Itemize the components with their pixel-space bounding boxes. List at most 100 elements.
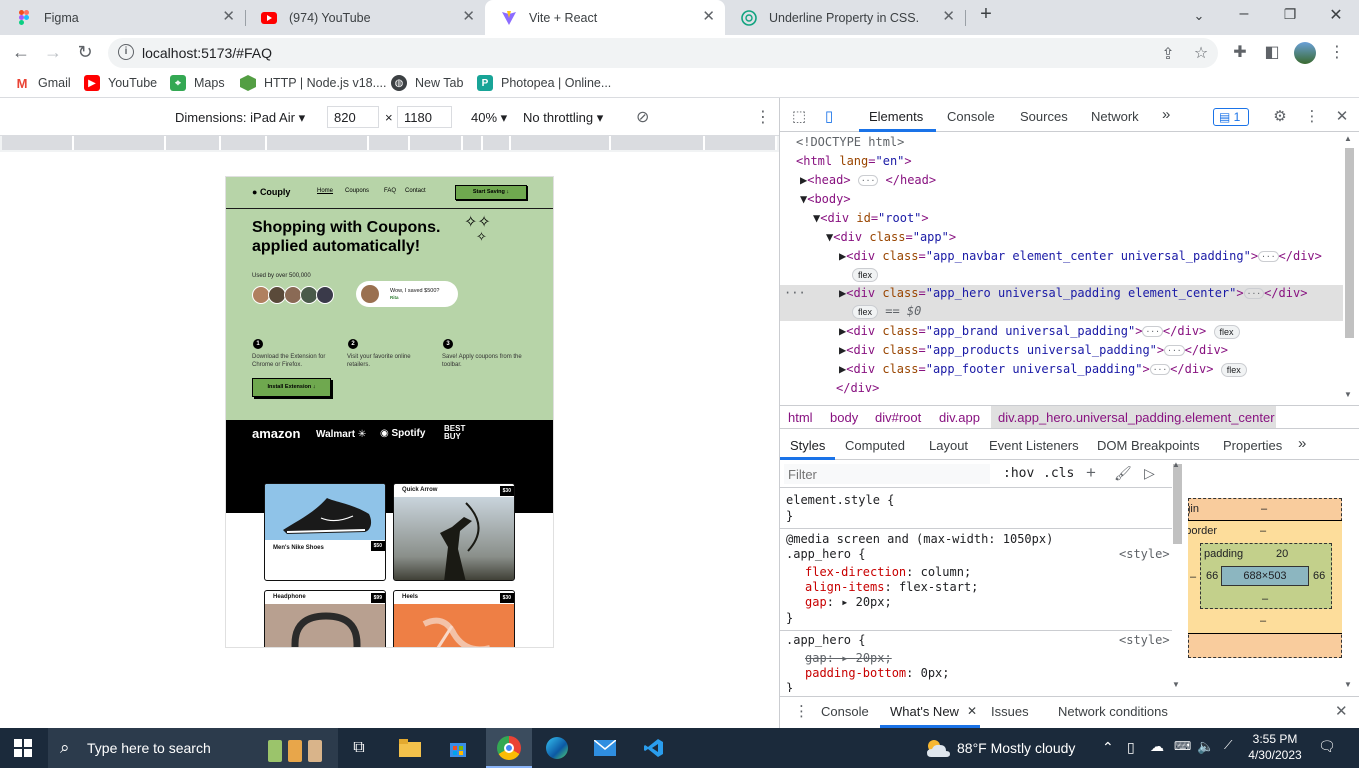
tab-event-listeners[interactable]: Event Listeners [989,438,1079,453]
flex-badge[interactable]: flex [852,268,879,282]
task-view-icon[interactable]: ⧉ [347,736,371,760]
height-input[interactable]: 1180 [397,106,452,128]
cls-toggle[interactable]: .cls [1043,466,1074,481]
styles-filter-input[interactable] [784,464,990,484]
scroll-up-icon[interactable]: ▲ [1172,460,1180,469]
show-hidden-icons-chevron-icon[interactable]: ⌃ [1102,739,1114,756]
scroll-down-icon[interactable]: ▼ [1172,680,1180,689]
new-tab-icon[interactable]: + [974,3,998,26]
profile-avatar[interactable] [1294,42,1316,64]
close-tab-icon[interactable]: ✕ [942,9,955,25]
microsoft-store-icon[interactable] [446,736,470,760]
css-declaration[interactable]: flex-direction: column; [805,565,971,580]
notifications-icon[interactable]: 🗨 [1318,738,1336,755]
breadcrumb-item[interactable]: div.app [939,410,980,425]
close-tab-icon[interactable]: ✕ [702,9,715,25]
media-query-segment[interactable] [705,136,777,150]
tab-layout[interactable]: Layout [929,438,968,453]
close-tab-icon[interactable]: ✕ [222,9,235,25]
edge-icon[interactable] [545,736,569,760]
throttling-select[interactable]: No throttling ▾ [523,110,603,126]
css-declaration[interactable]: align-items: flex-start; [805,580,978,595]
row-actions-icon[interactable]: ··· [784,284,806,303]
site-nav-home[interactable]: Home [317,188,333,194]
dom-line-selected[interactable]: ▶<div class="app_hero universal_padding … [839,284,1307,303]
rotate-icon[interactable]: ⊘ [636,107,649,127]
css-declaration-overridden[interactable]: gap: ▸ 20px; [805,651,892,666]
bookmark-star-icon[interactable]: ☆ [1190,43,1212,63]
dom-line[interactable]: ▼<body> [800,190,851,209]
media-query-segment[interactable] [221,136,267,150]
product-card[interactable]: Heels $30 [393,590,515,647]
drawer-tab-issues[interactable]: Issues [991,704,1029,719]
media-query-segment[interactable] [483,136,511,150]
tab-underline-property[interactable]: Underline Property in CSS. ✕ [725,0,965,35]
site-nav-contact[interactable]: Contact [405,188,426,194]
file-explorer-icon[interactable] [398,736,422,760]
rule-source-link[interactable]: <style> [1119,547,1170,562]
forward-icon[interactable]: → [41,41,65,65]
scroll-down-icon[interactable]: ▼ [1344,680,1352,689]
windows-start-icon[interactable] [11,736,35,760]
volume-icon[interactable]: 🔈 [1197,738,1214,755]
collapsed-ellipsis[interactable]: ··· [1149,364,1171,375]
drawer-menu-icon[interactable]: ⋮ [794,702,809,720]
close-drawer-icon[interactable]: ✕ [1335,702,1348,720]
flex-badge[interactable]: flex [852,305,879,319]
minimize-icon[interactable]: – [1232,5,1256,23]
tab-figma[interactable]: Figma ✕ [0,0,245,35]
media-query-segment[interactable] [74,136,166,150]
bookmark-gmail[interactable]: M Gmail [14,75,71,91]
dom-line[interactable]: <!DOCTYPE html> [796,133,904,152]
bookmark-new-tab[interactable]: ◍ New Tab [391,75,463,91]
bookmark-nodejs[interactable]: HTTP | Node.js v18.... [240,75,387,91]
collapsed-ellipsis[interactable]: ··· [1258,251,1279,262]
css-declaration[interactable]: padding-bottom: 0px; [805,666,950,681]
start-saving-button[interactable]: Start Saving ↓ [455,185,527,200]
taskbar-search-box[interactable]: ⌕ Type here to search [48,728,338,768]
tab-vite-react[interactable]: Vite + React ✕ [485,0,725,35]
restore-icon[interactable]: ❐ [1278,6,1302,23]
vscode-icon[interactable] [642,736,666,760]
dom-line[interactable]: ▼<div class="app"> [826,228,956,247]
drawer-tab-network-conditions[interactable]: Network conditions [1058,704,1168,719]
drawer-tab-console[interactable]: Console [821,704,869,719]
site-logo[interactable]: ● Couply [252,187,290,197]
rule-selector[interactable]: .app_hero { [786,633,865,648]
clock[interactable]: 3:55 PM 4/30/2023 [1240,731,1310,765]
breadcrumb-item[interactable]: body [830,410,858,425]
reload-icon[interactable]: ↻ [73,41,97,65]
flex-badge[interactable]: flex [1220,363,1247,377]
share-icon[interactable]: ⇪ [1157,44,1179,64]
more-tabs-icon[interactable]: » [1162,106,1170,123]
device-select[interactable]: Dimensions: iPad Air ▾ [175,110,305,126]
dom-line[interactable]: ▶<div class="app_brand universal_padding… [839,322,1240,341]
tab-computed[interactable]: Computed [845,438,905,453]
site-info-icon[interactable]: i [118,44,134,60]
close-drawer-tab-icon[interactable]: ✕ [967,704,977,718]
tab-elements[interactable]: Elements [869,109,923,124]
close-window-icon[interactable]: ✕ [1324,5,1348,25]
collapsed-ellipsis[interactable]: ··· [1164,345,1185,356]
issues-counter[interactable]: ▤ 1 [1213,108,1249,126]
flex-badge[interactable]: flex [1213,325,1240,339]
drawer-tab-whats-new[interactable]: What's New [890,704,959,719]
dom-line[interactable]: ▶<div class="app_footer universal_paddin… [839,360,1247,379]
bookmark-youtube[interactable]: ▶ YouTube [84,75,157,91]
product-card[interactable]: Headphone $99 [264,590,386,647]
tab-console[interactable]: Console [947,109,995,124]
device-toolbar-toggle-icon[interactable]: ▯ [818,107,840,125]
dom-line[interactable]: ▼<div id="root"> [813,209,929,228]
back-icon[interactable]: ← [9,41,33,65]
weather-text[interactable]: 88°F Mostly cloudy [957,740,1075,756]
media-query-segment[interactable] [410,136,463,150]
site-nav-coupons[interactable]: Coupons [345,188,369,194]
dom-line[interactable]: ▶<div class="app_products universal_padd… [839,341,1228,360]
extensions-icon[interactable]: ✚ [1229,42,1251,62]
network-adapter-icon[interactable]: ▯ [1127,739,1135,756]
tab-youtube[interactable]: (974) YouTube ✕ [245,0,485,35]
side-panel-icon[interactable]: ◧ [1261,42,1283,62]
bookmark-photopea[interactable]: P Photopea | Online... [477,75,611,91]
paint-brush-icon[interactable]: 🖌 [1114,465,1132,482]
new-style-rule-icon[interactable]: + [1086,463,1096,483]
